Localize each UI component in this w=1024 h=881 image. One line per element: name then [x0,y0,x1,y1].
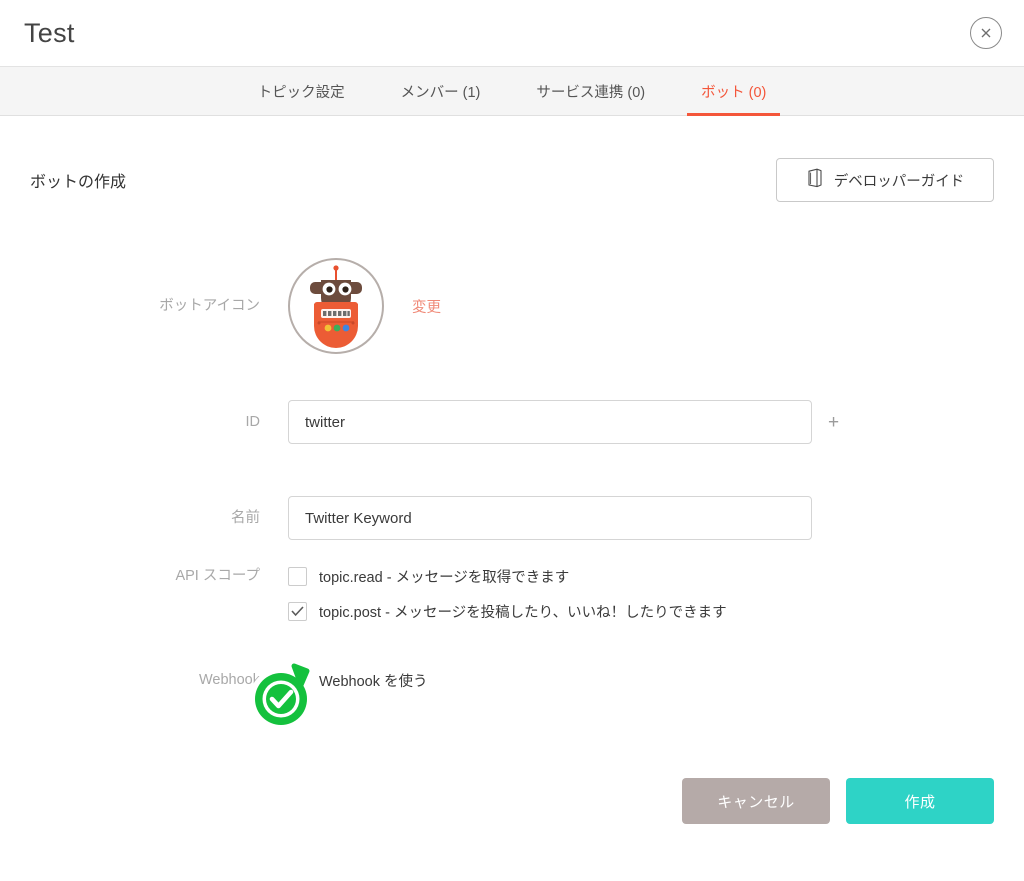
webhook-option[interactable]: Webhook を使う [288,670,428,691]
webhook-option-label: Webhook を使う [319,674,428,690]
tab-bar: トピック設定 メンバー (1) サービス連携 (0) ボット (0) [0,66,1024,116]
tab-service-integration[interactable]: サービス連携 (0) [508,67,673,115]
dialog-header: Test [0,0,1024,66]
id-input[interactable] [288,400,812,444]
form-row-api-scope: API スコープ topic.read - メッセージを取得できます topic… [30,566,994,622]
checkbox-topic-post[interactable] [288,602,307,621]
tab-label: サービス連携 (0) [536,84,646,101]
bot-form: ボットアイコン 変更 ID twitter + 名前 Twitter Keywo… [30,238,994,691]
bot-create-panel: ボットの作成 デベロッパーガイド ボットアイコン 変更 ID twitter +… [0,116,1024,691]
avatar[interactable] [288,258,384,354]
close-button[interactable] [970,17,1002,49]
bot-icon-label: ボットアイコン [159,297,260,314]
section-title: ボットの作成 [30,174,127,191]
webhook-label: Webhook [199,672,260,689]
checkbox-topic-read[interactable] [288,567,307,586]
tab-bots[interactable]: ボット (0) [673,67,794,116]
api-scope-label: API スコープ [175,568,260,584]
tab-label: メンバー (1) [400,84,481,101]
tab-label: トピック設定 [257,84,345,101]
change-avatar-link[interactable]: 変更 [412,296,441,317]
scope-option-label: topic.post - メッセージを投稿したり、いいね！したりできます [319,605,727,621]
create-button[interactable]: 作成 [846,778,994,824]
tab-topic-settings[interactable]: トピック設定 [230,67,373,115]
cancel-button[interactable]: キャンセル [682,778,830,824]
page-title: Test [24,17,75,48]
book-icon [806,168,824,192]
form-row-id: ID + [30,374,994,470]
form-row-bot-icon: ボットアイコン 変更 [30,238,994,374]
checkbox-use-webhook[interactable] [288,671,307,690]
name-label: 名前 [231,509,260,526]
tab-members[interactable]: メンバー (1) [373,67,509,115]
name-input[interactable] [288,496,812,540]
add-id-button[interactable]: + [828,413,839,432]
scope-option-label: topic.read - メッセージを取得できます [319,570,570,586]
form-row-name: 名前 [30,470,994,566]
id-label: ID [245,413,261,430]
developer-guide-label: デベロッパーガイド [833,173,965,190]
close-icon [978,25,994,41]
dialog-footer: キャンセル 作成 [682,778,994,824]
robot-avatar-icon [290,260,382,352]
scope-option-topic-post[interactable]: topic.post - メッセージを投稿したり、いいね！したりできます [288,601,727,622]
tab-label: ボット (0) [701,84,767,101]
form-row-webhook: Webhook Webhook を使う [30,670,994,691]
developer-guide-button[interactable]: デベロッパーガイド [776,158,994,202]
section-header: ボットの作成 デベロッパーガイド [30,116,994,202]
scope-option-topic-read[interactable]: topic.read - メッセージを取得できます [288,566,727,587]
api-scope-options: topic.read - メッセージを取得できます topic.post - メ… [288,566,727,622]
